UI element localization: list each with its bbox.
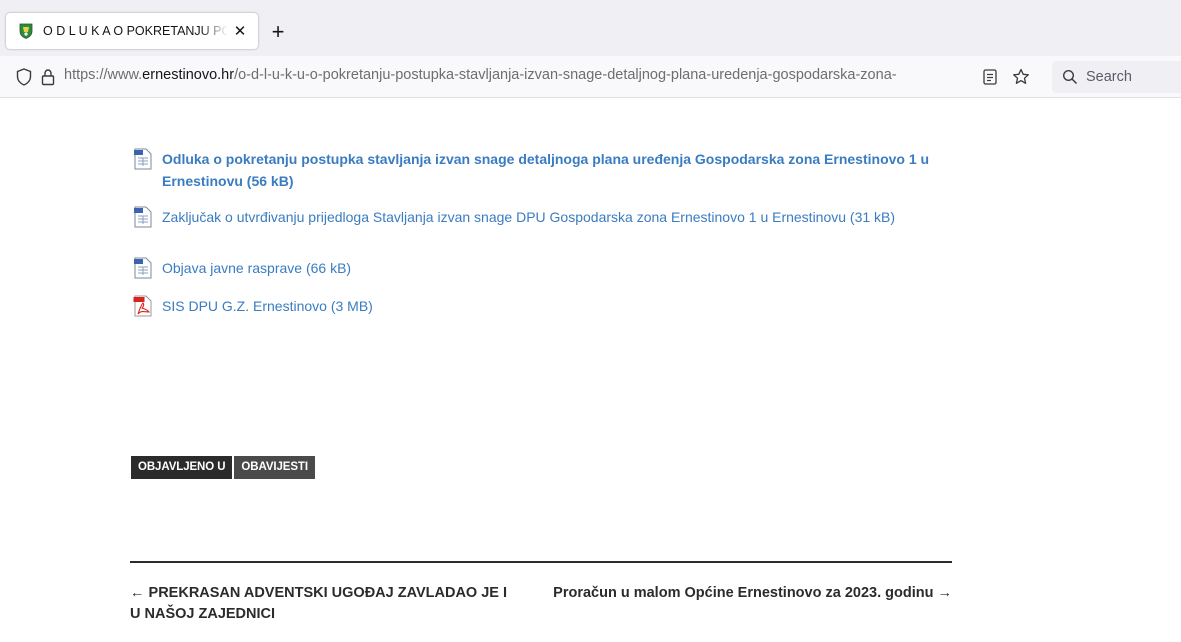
word-document-icon <box>134 206 152 228</box>
attachment-label: Objava javne rasprave (66 kB) <box>162 260 352 276</box>
url-host: ernestinovo.hr <box>142 67 235 83</box>
page-content: Odluka o pokretanju postupka stavljanja … <box>0 98 1181 642</box>
published-in-label: OBJAVLJENO U <box>131 456 233 479</box>
post-tags: OBJAVLJENO U OBAVIJESTI <box>131 456 317 479</box>
search-placeholder: Search <box>1086 69 1132 85</box>
search-box[interactable]: Search <box>1052 61 1181 93</box>
reader-view-icon[interactable] <box>980 67 1000 87</box>
shield-icon[interactable] <box>14 67 34 87</box>
url-path: /o-d-l-u-k-u-o-pokretanju-postupka-stavl… <box>234 67 897 83</box>
word-document-icon <box>134 148 152 170</box>
previous-post-link[interactable]: ← PREKRASAN ADVENTSKI UGOĐAJ ZAVLADAO JE… <box>130 583 510 625</box>
attachment-link[interactable]: Objava javne rasprave (66 kB) <box>133 257 962 279</box>
tab-title: O D L U K A O POKRETANJU POSTUPKA STAVLJ… <box>43 24 228 38</box>
bookmark-star-icon[interactable] <box>1011 67 1031 87</box>
browser-tab-bar: O D L U K A O POKRETANJU POSTUPKA STAVLJ… <box>0 0 1181 56</box>
pdf-icon <box>133 295 152 317</box>
attachment-label: Zaključak o utvrđivanju prijedloga Stavl… <box>162 209 896 225</box>
navigation-bar: https://www.ernestinovo.hr/o-d-l-u-k-u-o… <box>0 56 1181 98</box>
lock-icon[interactable] <box>38 67 58 87</box>
next-post-link[interactable]: Proračun u malom Općine Ernestinovo za 2… <box>532 583 952 604</box>
ernestinovo-crest-icon <box>19 23 33 39</box>
new-tab-button[interactable]: + <box>264 18 292 46</box>
attachment-link[interactable]: Odluka o pokretanju postupka stavljanja … <box>133 148 962 192</box>
attachment-link[interactable]: Zaključak o utvrđivanju prijedloga Stavl… <box>133 206 962 228</box>
attachment-label: SIS DPU G.Z. Ernestinovo (3 MB) <box>162 298 373 314</box>
browser-tab[interactable]: O D L U K A O POKRETANJU POSTUPKA STAVLJ… <box>6 13 258 49</box>
attachment-link[interactable]: SIS DPU G.Z. Ernestinovo (3 MB) <box>133 295 962 317</box>
category-link[interactable]: OBAVIJESTI <box>234 456 315 479</box>
word-document-icon <box>134 257 152 279</box>
close-tab-icon[interactable]: ✕ <box>232 23 248 40</box>
search-icon <box>1062 69 1078 85</box>
url-prefix: https://www. <box>64 67 143 83</box>
post-navigation: ← PREKRASAN ADVENTSKI UGOĐAJ ZAVLADAO JE… <box>130 561 952 642</box>
address-bar-url[interactable]: https://www.ernestinovo.hr/o-d-l-u-k-u-o… <box>64 67 974 83</box>
attachment-label: Odluka o pokretanju postupka stavljanja … <box>162 151 930 189</box>
